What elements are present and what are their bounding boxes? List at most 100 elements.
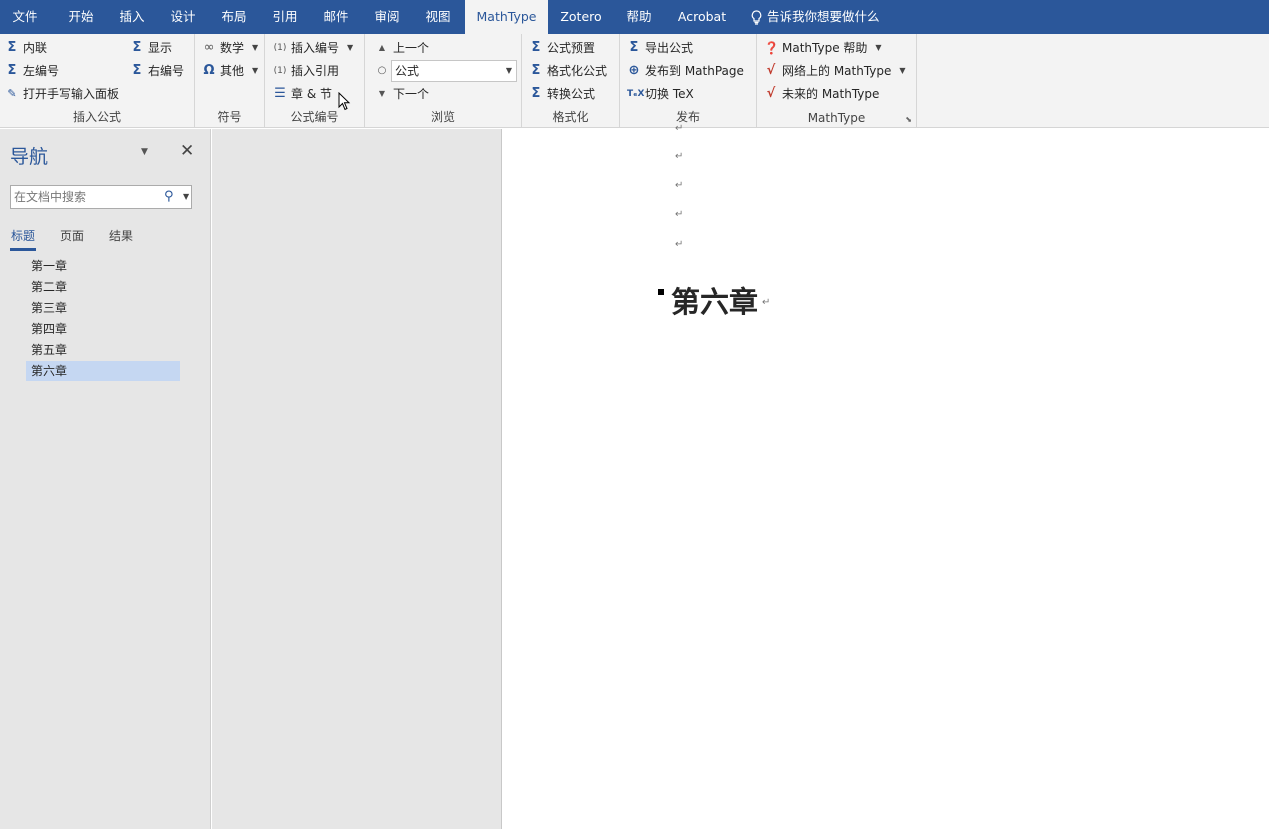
- nav-tab-headings[interactable]: 标题: [11, 227, 35, 244]
- sigma-icon: Σ: [132, 63, 142, 78]
- mathtype-online-dropdown[interactable]: √ 网络上的 MathType ▼: [764, 61, 906, 81]
- nav-search-input[interactable]: [11, 186, 156, 208]
- tab-review[interactable]: 审阅: [364, 0, 410, 34]
- ribbon: Σ 内联 Σ 显示 Σ 左编号 Σ 右编号 ✎ 打开手写输入面板 插入公式 ∞ …: [0, 34, 1269, 128]
- nav-heading-item[interactable]: 第一章: [26, 256, 180, 276]
- tell-me-label: 告诉我你想要做什么: [767, 9, 880, 24]
- tab-home[interactable]: 开始: [58, 0, 104, 34]
- equation-preset-button[interactable]: Σ 公式预置: [529, 38, 595, 58]
- nav-heading-item[interactable]: 第五章: [26, 340, 180, 360]
- tab-design[interactable]: 设计: [160, 0, 206, 34]
- tab-view[interactable]: 视图: [415, 0, 461, 34]
- format-equation-label: 格式化公式: [547, 64, 608, 78]
- convert-label: 转换公式: [547, 87, 596, 101]
- tab-mathtype[interactable]: MathType: [465, 0, 548, 34]
- nav-search-box: ⚲ ▼: [10, 185, 192, 209]
- mathtype-help-dropdown[interactable]: ❓ MathType 帮助 ▼: [764, 38, 882, 58]
- browse-type-icon: ○: [375, 61, 389, 81]
- next-button[interactable]: ▼ 下一个: [375, 84, 429, 104]
- document-margin-area: [212, 129, 502, 829]
- browse-type-value: 公式: [395, 64, 420, 78]
- close-icon[interactable]: ✕: [180, 141, 194, 161]
- group-label: MathType: [807, 111, 866, 125]
- sigma-icon: Σ: [531, 86, 541, 101]
- group-label: 插入公式: [72, 110, 121, 124]
- other-symbols-dropdown[interactable]: Ω 其他 ▼: [202, 61, 258, 81]
- mathtype-help-label: MathType 帮助: [782, 41, 868, 55]
- search-icon[interactable]: ⚲: [164, 189, 174, 204]
- sqrt-icon: √: [766, 63, 776, 78]
- previous-button[interactable]: ▲ 上一个: [375, 38, 429, 58]
- insert-number-dropdown[interactable]: (1) 插入编号 ▼: [273, 38, 354, 58]
- ribbon-tab-bar: 文件 开始 插入 设计 布局 引用 邮件 审阅 视图 MathType Zote…: [0, 0, 1269, 34]
- paragraph-mark: ↵: [675, 239, 684, 250]
- chapter-section-button[interactable]: ☰ 章 & 节: [273, 84, 332, 104]
- document-heading[interactable]: 第六章: [671, 279, 758, 321]
- chevron-down-icon: ▼: [899, 66, 906, 75]
- tab-mailings[interactable]: 邮件: [313, 0, 359, 34]
- other-label: 其他: [220, 64, 245, 78]
- export-label: 导出公式: [645, 41, 694, 55]
- paragraph-mark: ↵: [675, 209, 684, 220]
- document-page[interactable]: ↵ ↵ ↵ ↵ ↵ 第六章 ↵: [503, 123, 1269, 829]
- math-symbols-dropdown[interactable]: ∞ 数学 ▼: [202, 38, 259, 58]
- browse-type-select[interactable]: 公式 ▼: [391, 60, 517, 82]
- nav-tab-results[interactable]: 结果: [109, 227, 133, 244]
- display-button[interactable]: Σ 显示: [130, 38, 172, 58]
- nav-heading-item[interactable]: 第三章: [26, 298, 180, 318]
- circle-icon: ○: [377, 65, 387, 76]
- previous-label: 上一个: [393, 41, 430, 55]
- chapter-section-label: 章 & 节: [291, 87, 332, 101]
- sigma-icon: Σ: [531, 40, 541, 55]
- tab-acrobat[interactable]: Acrobat: [670, 0, 734, 34]
- insert-reference-button[interactable]: (1) 插入引用: [273, 61, 339, 81]
- insert-reference-label: 插入引用: [291, 64, 340, 78]
- preset-label: 公式预置: [547, 41, 596, 55]
- group-format: Σ 公式预置 Σ 格式化公式 Σ 转换公式 格式化: [522, 34, 620, 127]
- chevron-down-icon[interactable]: ▼: [183, 192, 189, 201]
- chevron-down-icon: ▼: [347, 43, 354, 52]
- nav-heading-item[interactable]: 第四章: [26, 319, 180, 339]
- help-icon: ❓: [764, 41, 779, 55]
- tab-layout[interactable]: 布局: [211, 0, 257, 34]
- publish-mathpage-button[interactable]: ⊕ 发布到 MathPage: [627, 61, 744, 81]
- sigma-icon: Σ: [7, 63, 17, 78]
- handwriting-panel-button[interactable]: ✎ 打开手写输入面板: [5, 84, 119, 104]
- mathtype-future-label: 未来的 MathType: [782, 87, 880, 101]
- right-number-label: 右编号: [148, 64, 185, 78]
- chevron-down-icon[interactable]: ▼: [141, 147, 148, 157]
- toggle-tex-label: 切换 TeX: [645, 87, 694, 101]
- paragraph-mark: ↵: [675, 180, 684, 191]
- dialog-launcher-icon[interactable]: ⬊: [905, 115, 912, 124]
- group-mathtype: ❓ MathType 帮助 ▼ √ 网络上的 MathType ▼ √ 未来的 …: [757, 34, 917, 127]
- tab-references[interactable]: 引用: [262, 0, 308, 34]
- sigma-icon: Σ: [531, 63, 541, 78]
- toggle-tex-button[interactable]: TₑX 切换 TeX: [627, 84, 694, 104]
- group-label: 格式化: [552, 110, 589, 124]
- mathtype-future-button[interactable]: √ 未来的 MathType: [764, 84, 880, 104]
- number-icon: (1): [273, 43, 287, 53]
- tab-insert[interactable]: 插入: [109, 0, 155, 34]
- tab-help[interactable]: 帮助: [618, 0, 660, 34]
- active-tab-indicator: [10, 248, 36, 251]
- mouse-cursor-icon: [338, 92, 351, 111]
- right-number-button[interactable]: Σ 右编号: [130, 61, 184, 81]
- convert-equation-button[interactable]: Σ 转换公式: [529, 84, 595, 104]
- display-label: 显示: [148, 41, 173, 55]
- nav-tab-pages[interactable]: 页面: [60, 227, 84, 244]
- tab-zotero[interactable]: Zotero: [555, 0, 607, 34]
- pen-icon: ✎: [7, 87, 17, 100]
- list-icon: ☰: [274, 86, 286, 101]
- tell-me-search[interactable]: 告诉我你想要做什么: [750, 0, 880, 34]
- nav-heading-item[interactable]: 第二章: [26, 277, 180, 297]
- next-label: 下一个: [393, 87, 430, 101]
- inline-button[interactable]: Σ 内联: [5, 38, 47, 58]
- tex-icon: TₑX: [627, 89, 645, 99]
- tab-file[interactable]: 文件: [0, 0, 50, 34]
- inline-label: 内联: [23, 41, 48, 55]
- nav-heading-item-selected[interactable]: 第六章: [26, 361, 180, 381]
- left-number-button[interactable]: Σ 左编号: [5, 61, 59, 81]
- infinity-icon: ∞: [203, 40, 215, 55]
- export-equations-button[interactable]: Σ 导出公式: [627, 38, 693, 58]
- format-equation-button[interactable]: Σ 格式化公式: [529, 61, 607, 81]
